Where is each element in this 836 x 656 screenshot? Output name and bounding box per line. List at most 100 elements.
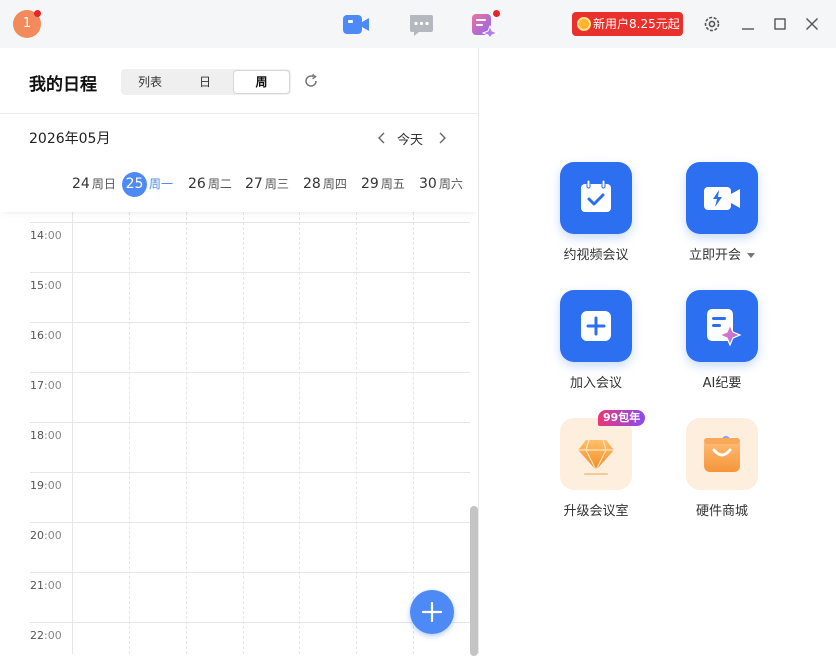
hour-line — [30, 222, 470, 223]
hour-value: 16 — [30, 329, 44, 342]
chat-bubble-icon[interactable] — [407, 12, 435, 38]
chevron-left-icon[interactable] — [375, 130, 389, 146]
hour-line — [30, 322, 470, 323]
day-number: 25 — [122, 172, 147, 197]
upgrade-room-label: 升级会议室 — [563, 504, 629, 519]
day-header[interactable]: 27 周三 — [245, 172, 289, 196]
calendar-check-icon — [581, 179, 611, 212]
hour-value: 15 — [30, 279, 44, 292]
hour-label: 18:00 — [30, 429, 62, 442]
minute-value: 00 — [47, 429, 62, 442]
avatar[interactable]: 1 — [13, 10, 41, 38]
page-title: 我的日程 — [29, 75, 97, 95]
view-switcher: 列表 日 周 — [121, 69, 291, 95]
day-header-current[interactable]: 25 周一 — [122, 172, 174, 197]
video-camera-icon[interactable] — [342, 12, 370, 38]
upgrade-room-button[interactable] — [560, 418, 632, 490]
hour-line — [30, 522, 470, 523]
hour-value: 22 — [30, 629, 44, 642]
start-meeting-label[interactable]: 立即开会 — [657, 244, 787, 263]
minute-value: 00 — [47, 629, 62, 642]
schedule-meeting-label: 约视频会议 — [563, 248, 629, 263]
maximize-icon[interactable] — [770, 14, 790, 34]
add-schedule-button[interactable] — [410, 590, 454, 634]
hour-line — [30, 372, 470, 373]
minute-value: 00 — [47, 529, 62, 542]
annual-plan-badge: 99包年 — [598, 410, 646, 426]
day-weekday: 周五 — [380, 177, 405, 191]
promo-label: 新用户8.25元起 — [593, 17, 680, 31]
plus-icon — [421, 601, 443, 623]
ai-notes-tab-icon[interactable] — [470, 10, 500, 39]
day-weekday: 周日 — [91, 177, 116, 191]
day-number: 26 — [188, 176, 206, 192]
hour-value: 21 — [30, 579, 44, 592]
refresh-icon[interactable] — [302, 72, 320, 90]
hour-line — [30, 422, 470, 423]
settings-gear-icon[interactable] — [702, 14, 722, 34]
schedule-panel: 我的日程 列表 日 周 2026年05月 今天 24 周日 25 周一 26 周二 2… — [0, 48, 479, 656]
start-meeting-text: 立即开会 — [688, 248, 741, 263]
hour-label: 14:00 — [30, 229, 62, 242]
schedule-meeting-button[interactable] — [560, 162, 632, 234]
day-number: 30 — [419, 176, 437, 192]
tab-day[interactable]: 日 — [177, 71, 233, 93]
hour-value: 20 — [30, 529, 44, 542]
start-meeting-button[interactable] — [686, 162, 758, 234]
hardware-store-label: 硬件商城 — [695, 504, 748, 519]
hour-value: 14 — [30, 229, 44, 242]
day-header[interactable]: 28 周四 — [303, 172, 347, 196]
today-button[interactable]: 今天 — [397, 129, 423, 148]
week-days-header: 24 周日 25 周一 26 周二 27 周三 28 周四 29 周五 30 周六 — [0, 164, 478, 212]
video-flash-icon — [704, 187, 740, 210]
hour-label: 17:00 — [30, 379, 62, 392]
ai-notes-dot — [493, 10, 500, 17]
grid-column-line — [129, 212, 130, 654]
plus-square-icon — [581, 311, 611, 341]
grid-column-line — [186, 212, 187, 654]
day-header[interactable]: 30 周六 — [419, 172, 463, 196]
day-number: 28 — [303, 176, 321, 192]
minute-value: 00 — [47, 579, 62, 592]
close-icon[interactable] — [802, 14, 822, 34]
day-header[interactable]: 29 周五 — [361, 172, 405, 196]
grid-column-line — [413, 212, 414, 654]
day-header[interactable]: 24 周日 — [72, 172, 116, 196]
hour-label: 16:00 — [30, 329, 62, 342]
week-grid[interactable]: 14:00 15:00 16:00 17:00 18:00 19:00 20:0… — [0, 212, 470, 654]
minute-value: 00 — [47, 229, 62, 242]
tab-list[interactable]: 列表 — [123, 71, 177, 93]
hour-value: 19 — [30, 479, 44, 492]
vertical-scrollbar[interactable] — [470, 506, 478, 656]
coin-icon — [577, 17, 591, 31]
join-meeting-label: 加入会议 — [569, 376, 622, 391]
minimize-icon[interactable] — [738, 14, 758, 34]
ai-notes-button[interactable] — [686, 290, 758, 362]
grid-column-line — [356, 212, 357, 654]
day-header[interactable]: 26 周二 — [188, 172, 232, 196]
dropdown-caret-icon[interactable] — [747, 253, 755, 258]
grid-column-line — [243, 212, 244, 654]
day-weekday: 周四 — [322, 177, 347, 191]
month-label: 2026年05月 — [29, 131, 111, 147]
new-user-promo-button[interactable]: 新用户8.25元起 — [572, 12, 683, 36]
tab-week[interactable]: 周 — [234, 71, 289, 93]
hour-label: 21:00 — [30, 579, 62, 592]
hour-line — [30, 272, 470, 273]
avatar-initial: 1 — [22, 16, 32, 31]
ai-notes-icon — [707, 309, 742, 347]
day-weekday: 周三 — [264, 177, 289, 191]
chevron-right-icon[interactable] — [435, 130, 449, 146]
schedule-header: 我的日程 列表 日 周 — [0, 48, 478, 114]
hour-label: 22:00 — [30, 629, 62, 642]
minute-value: 00 — [47, 479, 62, 492]
hour-value: 17 — [30, 379, 44, 392]
minute-value: 00 — [47, 379, 62, 392]
title-bar: 1 新用户8.25元起 — [0, 0, 836, 48]
hour-label: 15:00 — [30, 279, 62, 292]
day-weekday: 周一 — [149, 177, 174, 191]
hardware-store-button[interactable] — [686, 418, 758, 490]
join-meeting-button[interactable] — [560, 290, 632, 362]
shopping-bag-icon — [704, 436, 740, 472]
day-number: 24 — [72, 176, 90, 192]
